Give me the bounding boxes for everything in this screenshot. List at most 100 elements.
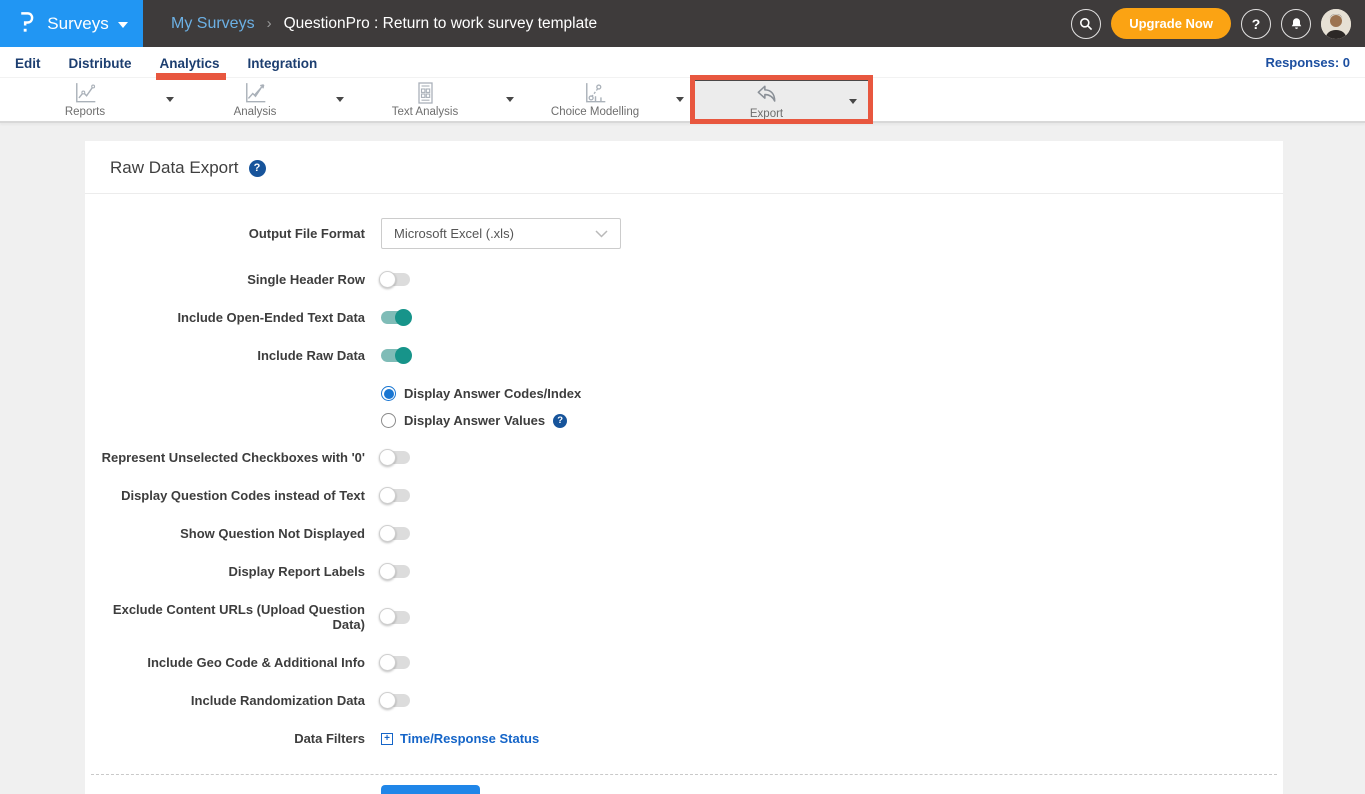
- include-raw-data-toggle[interactable]: [381, 349, 410, 362]
- top-bar: Surveys My Surveys › QuestionPro : Retur…: [0, 0, 1365, 47]
- tab-distribute[interactable]: Distribute: [69, 54, 132, 71]
- search-icon: [1078, 16, 1094, 32]
- field-label: Output File Format: [85, 226, 365, 241]
- bell-icon: [1289, 16, 1304, 31]
- toolbar-group-text-analysis: Text Analysis: [355, 78, 525, 121]
- export-settings-form: Output File Format Microsoft Excel (.xls…: [85, 194, 1283, 794]
- line-chart-icon: [72, 81, 99, 105]
- select-value: Microsoft Excel (.xls): [394, 226, 595, 241]
- download-button[interactable]: Download: [381, 785, 480, 794]
- choice-modelling-dropdown[interactable]: [665, 97, 695, 102]
- toggle-row: Show Question Not Displayed: [85, 526, 1283, 541]
- single-header-row-toggle[interactable]: [381, 273, 410, 286]
- toolbar-group-analysis: Analysis: [185, 78, 355, 121]
- raw-data-export-panel: Raw Data Export ? Output File Format Mic…: [85, 141, 1283, 794]
- output-format-select[interactable]: Microsoft Excel (.xls): [381, 218, 621, 249]
- choice-modelling-button[interactable]: Choice Modelling: [525, 78, 665, 121]
- toggle-knob: [379, 449, 396, 466]
- toggle-knob: [379, 692, 396, 709]
- question-codes-toggle[interactable]: [381, 489, 410, 502]
- help-icon[interactable]: ?: [553, 414, 567, 428]
- export-arrow-icon: [753, 83, 780, 107]
- user-avatar[interactable]: [1321, 9, 1351, 39]
- caret-down-icon: [676, 97, 684, 102]
- expand-plus-icon: +: [381, 733, 393, 745]
- include-open-ended-toggle[interactable]: [381, 311, 410, 324]
- field-label: Display Question Codes instead of Text: [85, 488, 365, 503]
- text-analysis-dropdown[interactable]: [495, 97, 525, 102]
- unselected-checkboxes-zero-toggle[interactable]: [381, 451, 410, 464]
- reports-button[interactable]: Reports: [15, 78, 155, 121]
- toggle-row: Include Raw Data: [85, 348, 1283, 363]
- randomization-data-toggle[interactable]: [381, 694, 410, 707]
- panel-title: Raw Data Export: [110, 158, 239, 178]
- chevron-down-icon: [118, 22, 128, 28]
- radio-display-answer-codes[interactable]: Display Answer Codes/Index: [381, 386, 1283, 401]
- field-label: Include Geo Code & Additional Info: [85, 655, 365, 670]
- breadcrumb-my-surveys[interactable]: My Surveys: [171, 15, 255, 33]
- analytics-toolbar: Reports Analysis Text Anal: [0, 78, 1365, 123]
- answer-display-radio-group: Display Answer Codes/Index Display Answe…: [381, 386, 1283, 428]
- search-button[interactable]: [1071, 9, 1101, 39]
- toggle-row: Include Open-Ended Text Data: [85, 310, 1283, 325]
- question-not-displayed-toggle[interactable]: [381, 527, 410, 540]
- report-labels-toggle[interactable]: [381, 565, 410, 578]
- upgrade-now-button[interactable]: Upgrade Now: [1111, 8, 1231, 39]
- notifications-button[interactable]: [1281, 9, 1311, 39]
- field-label: Include Randomization Data: [85, 693, 365, 708]
- questionpro-logo-icon: [15, 9, 38, 39]
- help-icon[interactable]: ?: [249, 160, 266, 177]
- text-analysis-button[interactable]: Text Analysis: [355, 78, 495, 121]
- scatter-chart-icon: [582, 81, 609, 105]
- field-label: Single Header Row: [85, 272, 365, 287]
- toggle-row: Include Randomization Data: [85, 693, 1283, 708]
- export-dropdown[interactable]: [838, 99, 868, 104]
- responses-count: Responses: 0: [1265, 55, 1350, 70]
- toolbar-group-reports: Reports: [15, 78, 185, 121]
- tab-analytics[interactable]: Analytics: [160, 54, 220, 71]
- help-button[interactable]: ?: [1241, 9, 1271, 39]
- caret-down-icon: [336, 97, 344, 102]
- toggle-row: Exclude Content URLs (Upload Question Da…: [85, 602, 1283, 632]
- toggle-row: Single Header Row: [85, 272, 1283, 287]
- top-actions: Upgrade Now ?: [1071, 8, 1365, 39]
- toggle-row: Represent Unselected Checkboxes with '0': [85, 450, 1283, 465]
- analysis-button[interactable]: Analysis: [185, 78, 325, 121]
- product-name: Surveys: [47, 14, 108, 34]
- toggle-row: Display Question Codes instead of Text: [85, 488, 1283, 503]
- field-label: Include Raw Data: [85, 348, 365, 363]
- brand-menu[interactable]: Surveys: [0, 0, 143, 47]
- toggle-row: Display Report Labels: [85, 564, 1283, 579]
- download-row: Download: [91, 774, 1277, 794]
- output-format-row: Output File Format Microsoft Excel (.xls…: [85, 218, 1283, 249]
- toolbar-group-export: Export: [695, 78, 868, 121]
- field-label: Exclude Content URLs (Upload Question Da…: [85, 602, 365, 632]
- toolbar-group-choice-modelling: Choice Modelling: [525, 78, 695, 121]
- toggle-knob: [379, 608, 396, 625]
- tab-integration[interactable]: Integration: [248, 54, 318, 71]
- caret-down-icon: [849, 99, 857, 104]
- field-label: Show Question Not Displayed: [85, 526, 365, 541]
- export-button[interactable]: Export: [695, 81, 838, 121]
- exclude-content-urls-toggle[interactable]: [381, 611, 410, 624]
- tab-edit[interactable]: Edit: [15, 54, 41, 71]
- field-label: Data Filters: [85, 731, 365, 746]
- toggle-knob: [395, 309, 412, 326]
- content-area: Raw Data Export ? Output File Format Mic…: [0, 123, 1365, 794]
- caret-down-icon: [166, 97, 174, 102]
- toggle-knob: [379, 487, 396, 504]
- radio-icon: [381, 386, 396, 401]
- time-response-status-link[interactable]: + Time/Response Status: [381, 731, 539, 746]
- toggle-knob: [379, 563, 396, 580]
- analysis-dropdown[interactable]: [325, 97, 355, 102]
- reports-dropdown[interactable]: [155, 97, 185, 102]
- panel-header: Raw Data Export ?: [85, 141, 1283, 194]
- radio-display-answer-values[interactable]: Display Answer Values ?: [381, 413, 1283, 428]
- toggle-row: Include Geo Code & Additional Info: [85, 655, 1283, 670]
- chevron-down-icon: [595, 230, 608, 238]
- field-label: Display Report Labels: [85, 564, 365, 579]
- data-filters-row: Data Filters + Time/Response Status: [85, 731, 1283, 746]
- toggle-knob: [395, 347, 412, 364]
- breadcrumb: My Surveys › QuestionPro : Return to wor…: [171, 15, 1071, 33]
- geo-code-toggle[interactable]: [381, 656, 410, 669]
